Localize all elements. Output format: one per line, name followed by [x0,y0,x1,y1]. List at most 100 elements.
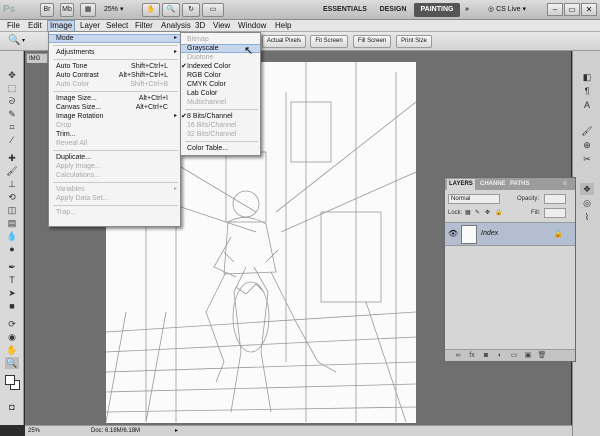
cs-live-button[interactable]: ◎ CS Live ▾ [488,3,538,17]
history-panel-icon[interactable]: ◧ [580,71,594,83]
link-layers-icon[interactable]: ∞ [453,351,463,361]
menu-view[interactable]: View [211,20,232,32]
history-brush-tool-icon[interactable]: ⟲ [5,191,19,203]
paragraph-panel-icon[interactable]: ¶ [580,85,594,97]
brush-panel-icon[interactable]: 🖌 [580,125,594,137]
eyedropper-tool-icon[interactable]: ⁄ [5,134,19,146]
path-selection-tool-icon[interactable]: ➤ [5,287,19,299]
menu-item-mode[interactable]: Mode ▸ [49,34,180,43]
zoom-tool-active-icon[interactable]: 🔍 [5,357,19,369]
tool-preset-chevron-icon[interactable]: ▾ [22,37,25,44]
menu-item-image-rotation[interactable]: Image Rotation ▸ [49,112,180,121]
visibility-eye-icon[interactable]: 👁 [448,229,458,238]
menu-3d[interactable]: 3D [193,20,207,32]
quick-mask-icon[interactable]: ◘ [5,401,19,413]
mode-item-8-bits-channel[interactable]: ✔ 8 Bits/Channel [181,112,260,121]
tool-presets-panel-icon[interactable]: ✂ [580,153,594,165]
close-button[interactable]: ✕ [581,3,597,16]
hand-tool-button[interactable]: ✋ [142,3,160,17]
new-layer-icon[interactable]: ▣ [523,351,533,361]
menu-item-image-size[interactable]: Image Size... Alt+Ctrl+I [49,94,180,103]
zoom-tool-button[interactable]: 🔍 [162,3,180,17]
screen-mode-button[interactable]: ▭ [202,3,224,17]
fit-screen-button[interactable]: Fit Screen [310,35,348,48]
dodge-tool-icon[interactable]: ● [5,243,19,255]
gradient-tool-icon[interactable]: ▤ [5,217,19,229]
menu-file[interactable]: File [5,20,22,32]
3d-rotate-tool-icon[interactable]: ⟳ [5,318,19,330]
layer-name[interactable]: Index [481,230,498,237]
mini-bridge-button[interactable]: Mb [60,3,74,17]
status-menu-arrow-icon[interactable]: ▸ [175,426,178,436]
mode-item-cmyk-color[interactable]: CMYK Color [181,80,260,89]
blend-mode-select[interactable]: Normal [448,194,500,204]
maximize-button[interactable]: ▭ [564,3,580,16]
arrange-documents-button[interactable]: ▦ [80,3,96,17]
zoom-level-select[interactable]: 25% ▾ [104,3,138,17]
more-workspaces-icon[interactable]: » [462,3,472,17]
minimize-button[interactable]: – [547,3,563,16]
mode-item-color-table[interactable]: Color Table... [181,144,260,153]
mode-item-rgb-color[interactable]: RGB Color [181,71,260,80]
zoom-tool-icon[interactable]: 🔍 [8,35,20,46]
menu-item-trim[interactable]: Trim... [49,130,180,139]
eraser-tool-icon[interactable]: ◫ [5,204,19,216]
paths-panel-icon[interactable]: ⌇ [580,211,594,223]
menu-item-canvas-size[interactable]: Canvas Size... Alt+Ctrl+C [49,103,180,112]
lock-image-icon[interactable]: ✎ [475,208,480,218]
tab-layers[interactable]: LAYERS [447,179,475,190]
healing-brush-tool-icon[interactable]: ✚ [5,152,19,164]
menu-edit[interactable]: Edit [26,20,44,32]
actual-pixels-button[interactable]: Actual Pixels [262,35,306,48]
character-panel-icon[interactable]: A [580,99,594,111]
menu-item-auto-contrast[interactable]: Auto Contrast Alt+Shift+Ctrl+L [49,71,180,80]
3d-orbit-tool-icon[interactable]: ◉ [5,331,19,343]
print-size-button[interactable]: Print Size [396,35,432,48]
menu-window[interactable]: Window [236,20,268,32]
layer-mask-icon[interactable]: ◙ [481,351,491,361]
hand-tool-icon[interactable]: ✋ [5,344,19,356]
channels-panel-icon[interactable]: ◎ [580,197,594,209]
bridge-button[interactable]: Br [40,3,54,17]
new-group-icon[interactable]: ▭ [509,351,519,361]
adjustment-layer-icon[interactable]: ◐ [495,351,505,361]
fill-field[interactable] [544,208,566,218]
menu-help[interactable]: Help [273,20,293,32]
brush-tool-icon[interactable]: 🖌 [5,165,19,177]
menu-item-label: 8 Bits/Channel [187,113,233,120]
clone-source-panel-icon[interactable]: ⊕ [580,139,594,151]
workspace-design[interactable]: DESIGN [376,3,410,17]
opacity-field[interactable] [544,194,566,204]
tab-paths[interactable]: PATHS [508,179,531,190]
rotate-view-button[interactable]: ↻ [182,3,200,17]
panel-menu-icon[interactable]: ≡ [561,179,569,190]
lock-position-icon[interactable]: ✥ [485,208,490,218]
layers-panel-icon[interactable]: ❖ [580,183,594,195]
shape-tool-icon[interactable]: ■ [5,300,19,312]
lasso-tool-icon[interactable]: ᘐ [5,95,19,107]
pen-tool-icon[interactable]: ✒ [5,261,19,273]
delete-layer-icon[interactable]: 🗑 [537,351,547,361]
crop-tool-icon[interactable]: ⌗ [5,121,19,133]
workspace-painting[interactable]: PAINTING [414,3,460,17]
type-tool-icon[interactable]: T [5,274,19,286]
fill-screen-button[interactable]: Fill Screen [353,35,391,48]
mode-item-indexed-color[interactable]: ✔ Indexed Color [181,62,260,71]
lock-transparent-icon[interactable]: ▦ [465,208,471,218]
blur-tool-icon[interactable]: 💧 [5,230,19,242]
lock-all-icon[interactable]: 🔒 [495,208,502,218]
menu-item-auto-tone[interactable]: Auto Tone Shift+Ctrl+L [49,62,180,71]
foreground-color-swatch[interactable] [5,375,15,385]
document-tab[interactable]: IMG [26,53,48,63]
tab-channels[interactable]: CHANNE [478,179,508,190]
layer-row[interactable]: 👁 Index 🔒 [445,222,575,246]
move-tool-icon[interactable]: ✥ [5,69,19,81]
mode-item-lab-color[interactable]: Lab Color [181,89,260,98]
clone-stamp-tool-icon[interactable]: ⊥ [5,178,19,190]
menu-item-duplicate[interactable]: Duplicate... [49,153,180,162]
quick-select-tool-icon[interactable]: ✎ [5,108,19,120]
menu-item-adjustments[interactable]: Adjustments ▸ [49,48,180,57]
layer-style-icon[interactable]: fx [467,351,477,361]
workspace-essentials[interactable]: ESSENTIALS [316,3,374,17]
marquee-tool-icon[interactable]: ⬚ [5,82,19,94]
